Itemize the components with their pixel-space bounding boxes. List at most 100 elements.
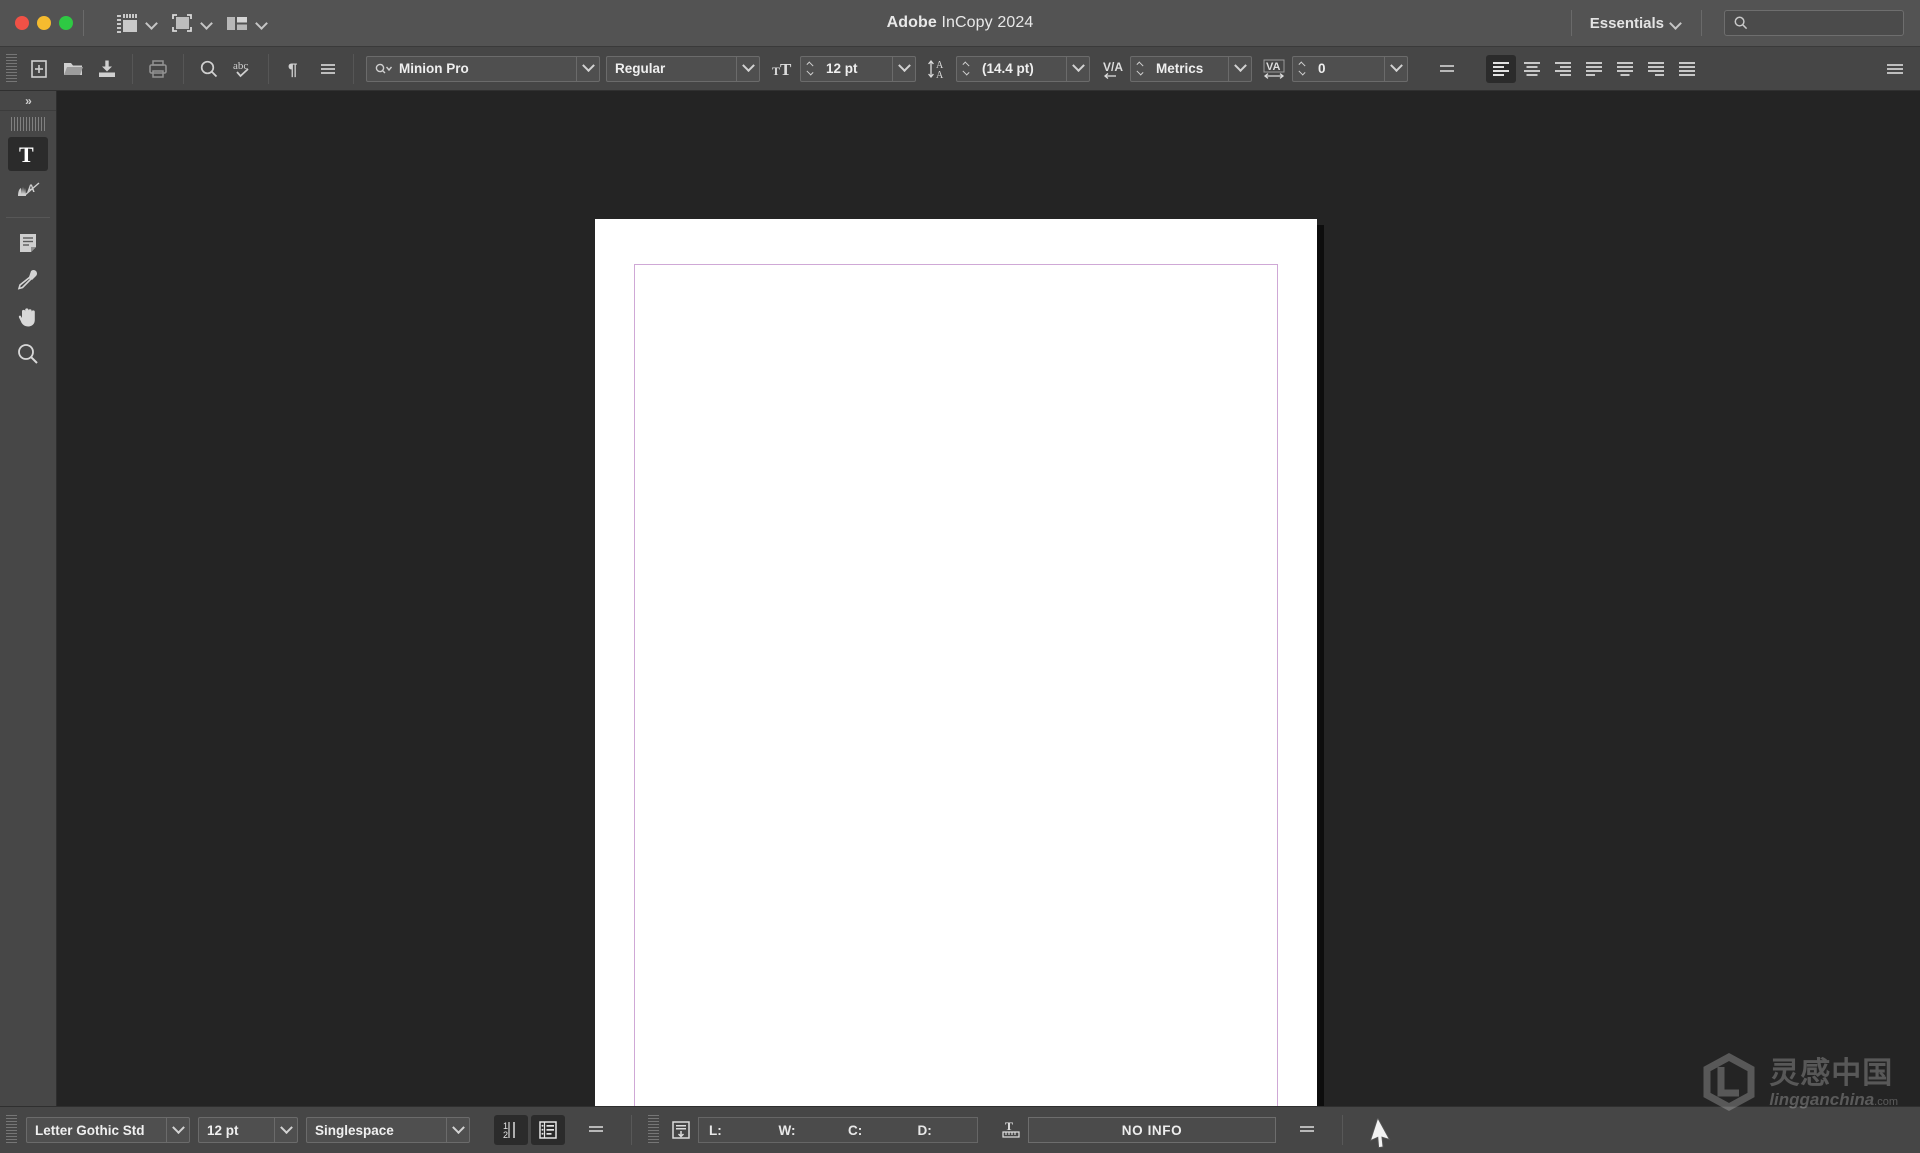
- story-view-button[interactable]: [531, 1115, 565, 1145]
- close-button[interactable]: [15, 16, 29, 30]
- paragraph-style-control[interactable]: Letter Gothic Std: [26, 1117, 190, 1143]
- kerning-stepper[interactable]: [1130, 55, 1148, 82]
- copyfit-icon: [672, 1121, 690, 1139]
- track-changes-tool[interactable]: A: [8, 174, 48, 208]
- print-button[interactable]: [141, 54, 175, 84]
- maximize-button[interactable]: [59, 16, 73, 30]
- document-page[interactable]: [595, 219, 1317, 1106]
- font-family-dropdown-arrow[interactable]: [576, 55, 600, 82]
- leading-stepper[interactable]: [956, 55, 974, 82]
- font-style-dropdown-arrow[interactable]: [736, 55, 760, 82]
- justify-last-right-button[interactable]: [1641, 55, 1671, 83]
- arrange-documents-control[interactable]: [220, 8, 273, 38]
- status-bar: Letter Gothic Std 12 pt Singlespace 1 2: [0, 1106, 1920, 1153]
- lines-label: L:: [709, 1122, 722, 1138]
- align-center-button[interactable]: [1517, 55, 1547, 83]
- minimize-button[interactable]: [37, 16, 51, 30]
- paragraph-style-dropdown-arrow[interactable]: [166, 1117, 190, 1143]
- screen-mode-control[interactable]: [110, 8, 163, 38]
- type-tool[interactable]: T: [8, 137, 48, 171]
- status-info-display[interactable]: NO INFO: [1028, 1117, 1276, 1143]
- align-left-button[interactable]: [1486, 54, 1516, 83]
- tracking-dropdown-arrow[interactable]: [1384, 55, 1408, 82]
- tracking-stepper[interactable]: [1292, 55, 1310, 82]
- kerning-field[interactable]: Metrics: [1148, 55, 1228, 82]
- new-document-button[interactable]: [22, 54, 56, 84]
- kerning-combo[interactable]: Metrics: [1148, 55, 1252, 82]
- titlebar-divider: [83, 10, 84, 36]
- paragraph-style-field[interactable]: Letter Gothic Std: [26, 1117, 166, 1143]
- kerning-icon: V/A: [1100, 56, 1128, 82]
- copyfit-button[interactable]: [664, 1115, 698, 1145]
- font-size-combo[interactable]: 12 pt: [818, 55, 916, 82]
- line-spacing-control[interactable]: Singlespace: [306, 1117, 470, 1143]
- control-panel-menu-button[interactable]: [311, 54, 345, 84]
- svg-text:2: 2: [503, 1130, 508, 1140]
- tools-divider: [6, 217, 50, 218]
- open-document-button[interactable]: [56, 54, 90, 84]
- svg-text:A: A: [936, 70, 944, 80]
- galley-view-button[interactable]: 1 2: [494, 1115, 528, 1145]
- text-info-icon-button[interactable]: T: [994, 1115, 1028, 1145]
- workspace-switcher[interactable]: Essentials: [1582, 11, 1691, 36]
- justify-all-icon: [1679, 61, 1695, 76]
- note-tool[interactable]: [8, 226, 48, 260]
- font-family-value: Minion Pro: [399, 61, 469, 76]
- justify-last-left-button[interactable]: [1579, 55, 1609, 83]
- font-style-field[interactable]: Regular: [606, 55, 736, 82]
- tracking-field[interactable]: 0: [1310, 55, 1384, 82]
- control-bar-overflow-menu[interactable]: [1878, 54, 1912, 84]
- line-spacing-dropdown-arrow[interactable]: [446, 1117, 470, 1143]
- copyfit-info-field[interactable]: L: W: C: D:: [698, 1117, 978, 1143]
- app-title-rest: InCopy 2024: [936, 14, 1034, 31]
- line-spacing-field[interactable]: Singlespace: [306, 1117, 446, 1143]
- hand-tool[interactable]: [8, 300, 48, 334]
- tools-panel-grip[interactable]: [11, 117, 45, 131]
- zoom-tool[interactable]: [8, 337, 48, 371]
- document-canvas[interactable]: [57, 91, 1920, 1106]
- font-size-stepper[interactable]: [800, 55, 818, 82]
- view-options-menu-button[interactable]: [579, 1115, 613, 1145]
- font-size-dropdown-arrow[interactable]: [892, 55, 916, 82]
- eyedropper-tool[interactable]: [8, 263, 48, 297]
- font-family-field[interactable]: Minion Pro: [366, 55, 576, 82]
- lines-field[interactable]: L:: [699, 1123, 769, 1138]
- kerning-value: Metrics: [1156, 61, 1204, 76]
- depth-field[interactable]: D:: [908, 1123, 978, 1138]
- status-size-control[interactable]: 12 pt: [198, 1117, 298, 1143]
- search-input[interactable]: [1724, 10, 1904, 36]
- font-family-control[interactable]: Minion Pro: [366, 55, 600, 82]
- leading-combo[interactable]: (14.4 pt): [974, 55, 1090, 82]
- control-bar: abc ¶ Minion Pro Regular T T 12 pt A A (…: [0, 47, 1920, 91]
- save-document-button[interactable]: [90, 54, 124, 84]
- kerning-dropdown-arrow[interactable]: [1228, 55, 1252, 82]
- status-size-field[interactable]: 12 pt: [198, 1117, 274, 1143]
- status-info-menu-button[interactable]: [1290, 1115, 1324, 1145]
- justify-last-center-button[interactable]: [1610, 55, 1640, 83]
- page-text-content[interactable]: [637, 267, 1275, 1106]
- tracking-combo[interactable]: 0: [1310, 55, 1408, 82]
- status-bar-grip[interactable]: [6, 1115, 17, 1145]
- view-frame-control[interactable]: [165, 8, 218, 38]
- status-size-dropdown-arrow[interactable]: [274, 1117, 298, 1143]
- font-style-control[interactable]: Regular: [606, 55, 760, 82]
- words-field[interactable]: W:: [769, 1123, 839, 1138]
- find-change-button[interactable]: [192, 54, 226, 84]
- spell-check-button[interactable]: abc: [226, 54, 260, 84]
- tools-panel: » T A: [0, 91, 57, 1106]
- characters-field[interactable]: C:: [838, 1123, 908, 1138]
- incopy-application-window: Adobe InCopy 2024 Essentials abc ¶ Minio…: [0, 0, 1920, 1153]
- leading-field[interactable]: (14.4 pt): [974, 55, 1066, 82]
- font-size-field[interactable]: 12 pt: [818, 55, 892, 82]
- copyfit-grip[interactable]: [648, 1115, 659, 1145]
- show-hidden-characters-button[interactable]: ¶: [277, 54, 311, 84]
- align-right-button[interactable]: [1548, 55, 1578, 83]
- justify-center-icon: [1617, 61, 1633, 76]
- expand-panel-button[interactable]: »: [0, 91, 56, 111]
- hamburger-menu-icon: [589, 1126, 603, 1132]
- justify-all-button[interactable]: [1672, 55, 1702, 83]
- paragraph-options-button[interactable]: [1430, 54, 1464, 84]
- tracking-control: VA 0: [1262, 55, 1408, 82]
- leading-dropdown-arrow[interactable]: [1066, 55, 1090, 82]
- control-bar-grip[interactable]: [6, 53, 17, 84]
